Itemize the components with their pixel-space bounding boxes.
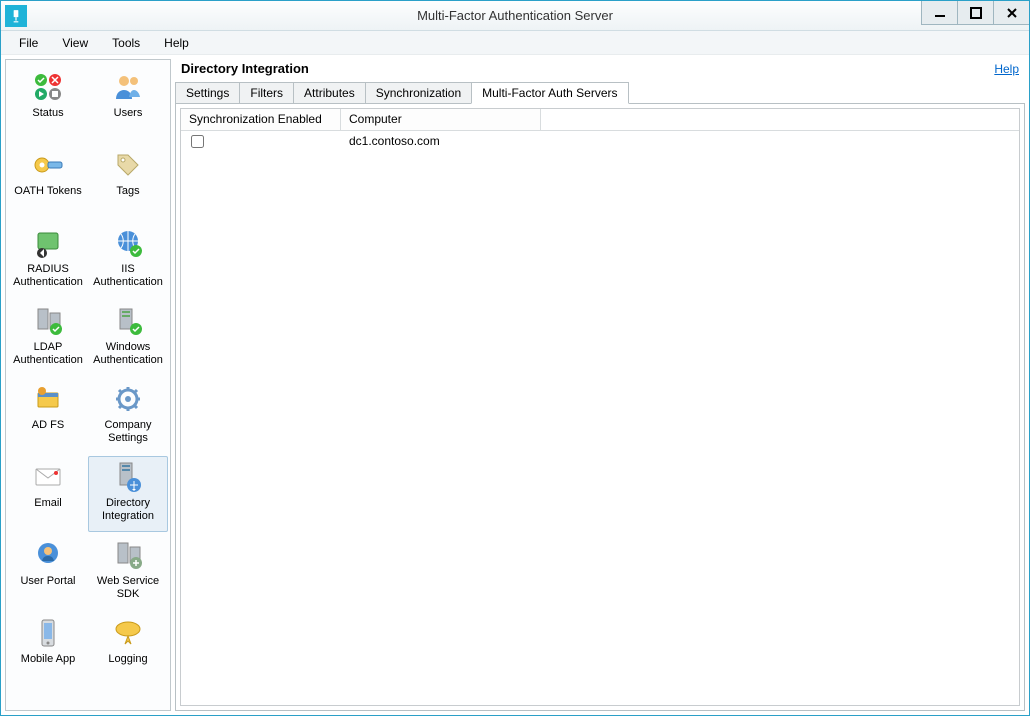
- nav-label: Mobile App: [21, 653, 75, 666]
- menu-view[interactable]: View: [50, 33, 100, 53]
- tags-icon: [110, 147, 146, 183]
- content-header: Directory Integration Help: [175, 59, 1025, 82]
- menu-bar: File View Tools Help: [1, 31, 1029, 55]
- windows-auth-icon: [110, 303, 146, 339]
- ldap-icon: [30, 303, 66, 339]
- nav-label: Tags: [116, 185, 139, 198]
- nav-label: Logging: [108, 653, 147, 666]
- app-window: Multi-Factor Authentication Server File …: [0, 0, 1030, 716]
- nav-label: OATH Tokens: [14, 185, 81, 198]
- nav-panel: Status Users OATH Tokens Tags: [5, 59, 171, 711]
- logging-icon: [110, 615, 146, 651]
- nav-label: Directory Integration: [90, 497, 166, 522]
- tab-filters[interactable]: Filters: [239, 82, 294, 104]
- nav-logging[interactable]: Logging: [88, 612, 168, 688]
- tab-attributes[interactable]: Attributes: [293, 82, 366, 104]
- radius-icon: [30, 225, 66, 261]
- nav-label: AD FS: [32, 419, 64, 432]
- nav-label: LDAP Authentication: [10, 341, 86, 366]
- menu-file[interactable]: File: [7, 33, 50, 53]
- table-row[interactable]: dc1.contoso.com: [181, 131, 1019, 151]
- tab-mfa-servers[interactable]: Multi-Factor Auth Servers: [471, 82, 628, 104]
- nav-directory-integration[interactable]: Directory Integration: [88, 456, 168, 532]
- nav-label: Web Service SDK: [90, 575, 166, 600]
- nav-mobile-app[interactable]: Mobile App: [8, 612, 88, 688]
- content-panel: Directory Integration Help Settings Filt…: [175, 59, 1025, 711]
- tab-strip: Settings Filters Attributes Synchronizat…: [175, 82, 1025, 104]
- close-button[interactable]: [993, 1, 1029, 25]
- cell-computer: dc1.contoso.com: [341, 134, 541, 148]
- maximize-button[interactable]: [957, 1, 993, 25]
- list-body: dc1.contoso.com: [181, 131, 1019, 705]
- nav-label: Email: [34, 497, 62, 510]
- tab-settings[interactable]: Settings: [175, 82, 240, 104]
- sdk-icon: [110, 537, 146, 573]
- nav-label: Status: [32, 107, 63, 120]
- minimize-button[interactable]: [921, 1, 957, 25]
- nav-iis-auth[interactable]: IIS Authentication: [88, 222, 168, 298]
- window-title: Multi-Factor Authentication Server: [1, 8, 1029, 23]
- menu-tools[interactable]: Tools: [100, 33, 152, 53]
- window-controls: [921, 1, 1029, 30]
- email-icon: [30, 459, 66, 495]
- nav-status[interactable]: Status: [8, 66, 88, 142]
- nav-ldap-auth[interactable]: LDAP Authentication: [8, 300, 88, 376]
- sync-enabled-checkbox[interactable]: [191, 135, 204, 148]
- nav-adfs[interactable]: AD FS: [8, 378, 88, 454]
- gear-icon: [110, 381, 146, 417]
- nav-windows-auth[interactable]: Windows Authentication: [88, 300, 168, 376]
- cell-sync-enabled: [181, 135, 341, 148]
- status-icon: [30, 69, 66, 105]
- col-computer[interactable]: Computer: [341, 109, 541, 130]
- col-sync-enabled[interactable]: Synchronization Enabled: [181, 109, 341, 130]
- adfs-icon: [30, 381, 66, 417]
- nav-label: IIS Authentication: [90, 263, 166, 288]
- directory-icon: [110, 459, 146, 495]
- nav-radius-auth[interactable]: RADIUS Authentication: [8, 222, 88, 298]
- menu-help[interactable]: Help: [152, 33, 201, 53]
- tab-synchronization[interactable]: Synchronization: [365, 82, 472, 104]
- nav-user-portal[interactable]: User Portal: [8, 534, 88, 610]
- help-link[interactable]: Help: [994, 62, 1019, 76]
- nav-company-settings[interactable]: Company Settings: [88, 378, 168, 454]
- nav-label: Users: [114, 107, 143, 120]
- nav-tags[interactable]: Tags: [88, 144, 168, 220]
- key-icon: [30, 147, 66, 183]
- nav-label: User Portal: [20, 575, 75, 588]
- list-header: Synchronization Enabled Computer: [181, 109, 1019, 131]
- nav-label: Company Settings: [90, 419, 166, 444]
- iis-icon: [110, 225, 146, 261]
- nav-web-service-sdk[interactable]: Web Service SDK: [88, 534, 168, 610]
- app-icon: [5, 5, 27, 27]
- main-area: Status Users OATH Tokens Tags: [1, 55, 1029, 715]
- servers-list: Synchronization Enabled Computer dc1.con…: [180, 108, 1020, 706]
- page-title: Directory Integration: [181, 61, 309, 76]
- nav-oath-tokens[interactable]: OATH Tokens: [8, 144, 88, 220]
- nav-users[interactable]: Users: [88, 66, 168, 142]
- nav-label: Windows Authentication: [90, 341, 166, 366]
- title-bar: Multi-Factor Authentication Server: [1, 1, 1029, 31]
- users-icon: [110, 69, 146, 105]
- nav-email[interactable]: Email: [8, 456, 88, 532]
- user-portal-icon: [30, 537, 66, 573]
- mobile-icon: [30, 615, 66, 651]
- nav-label: RADIUS Authentication: [10, 263, 86, 288]
- tab-body: Synchronization Enabled Computer dc1.con…: [175, 103, 1025, 711]
